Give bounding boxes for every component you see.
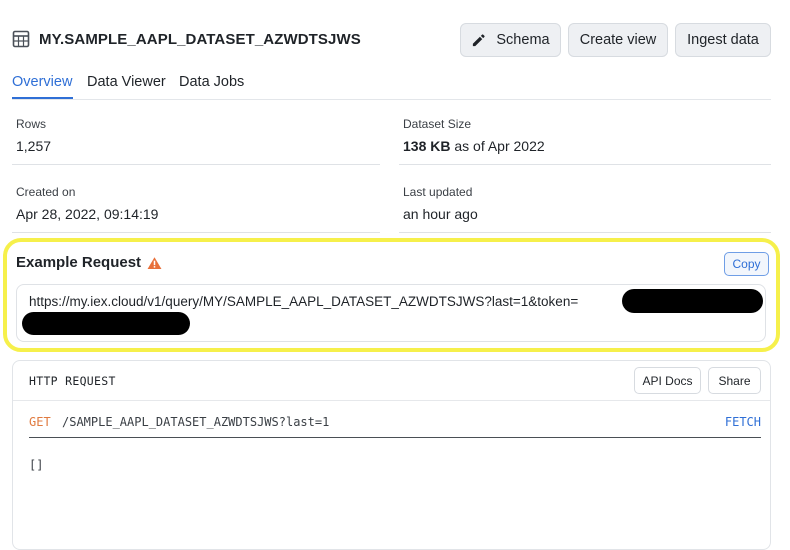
request-path-input[interactable]: /SAMPLE_AAPL_DATASET_AZWDTSJWS?last=1 [62,415,329,429]
pencil-icon [473,33,485,46]
response-output: [] [29,458,44,472]
stat-created-on: Created on Apr 28, 2022, 09:14:19 [12,177,380,233]
stat-label: Last updated [403,185,473,199]
example-request-title: Example Request [16,254,142,271]
example-request-panel: Example Request Copy https://my.iex.clou… [3,238,780,352]
fetch-button[interactable]: FETCH [725,415,761,429]
table-icon [12,30,30,48]
warning-icon [147,256,162,269]
redacted-token [22,312,190,335]
http-request-panel: HTTP REQUEST API Docs Share GET /SAMPLE_… [12,360,771,550]
example-url[interactable]: https://my.iex.cloud/v1/query/MY/SAMPLE_… [29,294,578,309]
stat-rows: Rows 1,257 [12,109,380,165]
stat-value: an hour ago [403,206,478,222]
tab-overview[interactable]: Overview [12,74,72,90]
example-url-box[interactable]: https://my.iex.cloud/v1/query/MY/SAMPLE_… [16,284,766,342]
ingest-data-button[interactable]: Ingest data [675,23,771,57]
http-request-header: HTTP REQUEST API Docs Share [13,361,770,401]
request-line: GET /SAMPLE_AAPL_DATASET_AZWDTSJWS?last=… [29,415,761,438]
api-docs-button[interactable]: API Docs [634,367,701,394]
stat-label: Created on [16,185,76,199]
stat-value: Apr 28, 2022, 09:14:19 [16,206,159,222]
stat-label: Rows [16,117,47,131]
stat-dataset-size: Dataset Size 138 KB as of Apr 2022 [399,109,771,165]
dataset-size-suffix: as of Apr 2022 [450,138,545,154]
http-method: GET [29,415,51,429]
http-request-title: HTTP REQUEST [29,374,116,388]
schema-button[interactable]: Schema [460,23,561,57]
stat-value: 1,257 [16,138,52,154]
stat-value: 138 KB as of Apr 2022 [403,138,545,154]
redacted-token [622,289,763,313]
title-wrap: MY.SAMPLE_AAPL_DATASET_AZWDTSJWS [12,30,361,48]
tab-data-jobs[interactable]: Data Jobs [179,74,244,90]
example-request-heading: Example Request [16,254,162,271]
active-tab-indicator [12,97,73,99]
create-view-button[interactable]: Create view [568,23,668,57]
stat-last-updated: Last updated an hour ago [399,177,771,233]
tab-data-viewer[interactable]: Data Viewer [87,74,166,90]
share-button[interactable]: Share [708,367,761,394]
tab-bar: Overview Data Viewer Data Jobs [12,70,771,100]
dataset-header: MY.SAMPLE_AAPL_DATASET_AZWDTSJWS Schema … [12,22,771,58]
schema-button-label: Schema [496,32,550,48]
dataset-size-value: 138 KB [403,138,451,154]
copy-button[interactable]: Copy [724,252,769,276]
stat-label: Dataset Size [403,117,472,131]
page-title: MY.SAMPLE_AAPL_DATASET_AZWDTSJWS [39,30,361,48]
